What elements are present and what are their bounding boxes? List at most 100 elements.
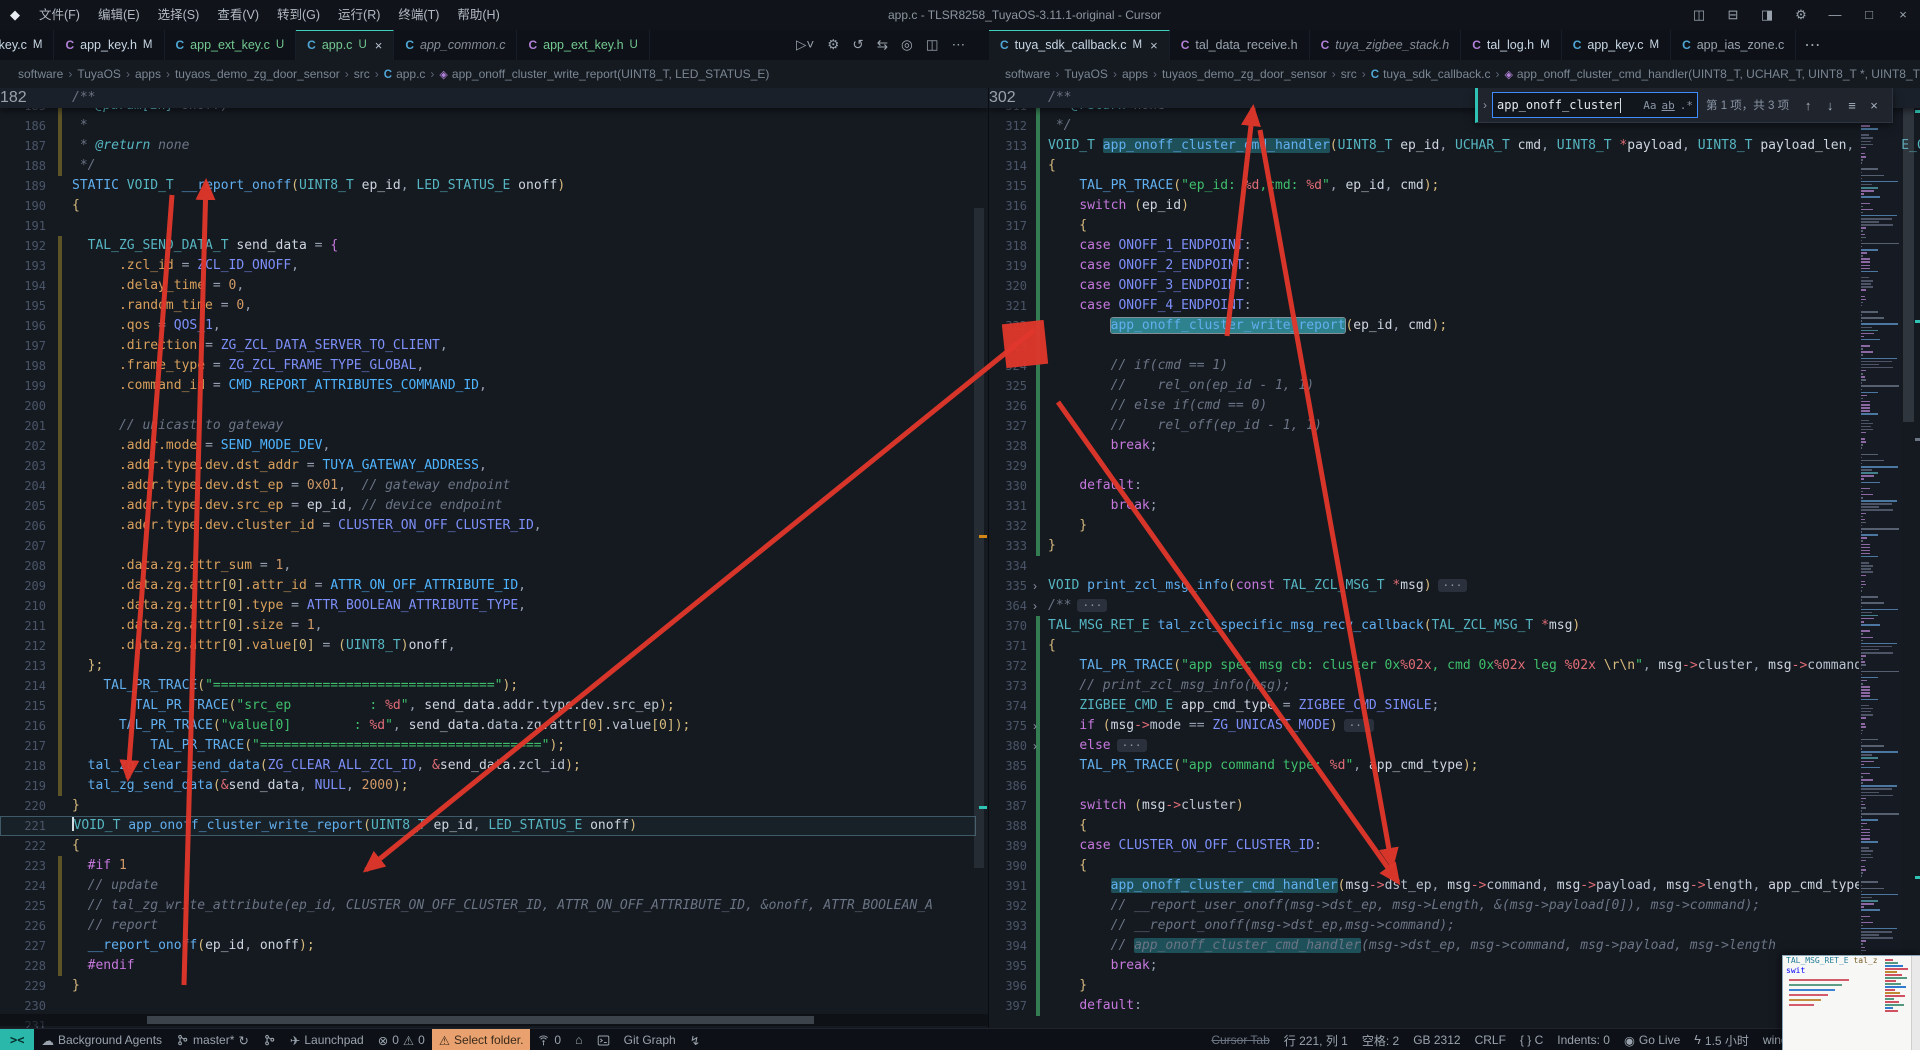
code-line-212[interactable]: 212 .data.zg.attr[0].value[0] = (UINT8_T…	[0, 636, 976, 656]
folded-region-ellipsis[interactable]: ···	[1343, 719, 1374, 732]
menu-V[interactable]: 查看(V)	[208, 8, 268, 22]
breadcrumb-item[interactable]: software	[1005, 67, 1050, 81]
folded-region-ellipsis[interactable]: ···	[1437, 579, 1468, 592]
code-line-380[interactable]: 380 › else ···	[989, 736, 1863, 756]
code-line-186[interactable]: 186 *	[0, 116, 976, 136]
code-line-370[interactable]: 370 TAL_MSG_RET_E tal_zcl_specific_msg_re…	[989, 616, 1863, 636]
status-encoding[interactable]: GB 2312	[1406, 1029, 1467, 1050]
code-line-227[interactable]: 227 __report_onoff(ep_id, onoff);	[0, 936, 976, 956]
tab-tuya_sdk_callback.c[interactable]: Ctuya_sdk_callback.c M ×	[989, 30, 1170, 60]
minimize-icon[interactable]: —	[1818, 0, 1852, 30]
code-line-394[interactable]: 394 // app_onoff_cluster_cmd_handler(msg…	[989, 936, 1863, 956]
code-line-209[interactable]: 209 .data.zg.attr[0].attr_id = ATTR_ON_O…	[0, 576, 976, 596]
tab-app_ias_zone.c[interactable]: Capp_ias_zone.c	[1671, 30, 1797, 60]
code-line-211[interactable]: 211 .data.zg.attr[0].size = 1,	[0, 616, 976, 636]
code-line-192[interactable]: 192 TAL_ZG_SEND_DATA_T send_data = {	[0, 236, 976, 256]
code-line-196[interactable]: 196 .qos = QOS_1,	[0, 316, 976, 336]
breadcrumb-item[interactable]: src	[1341, 67, 1357, 81]
code-line-193[interactable]: 193 .zcl_id = ZCL_ID_ONOFF,	[0, 256, 976, 276]
tab-_key.c[interactable]: C_key.cM	[0, 30, 55, 60]
code-line-329[interactable]: 329	[989, 456, 1863, 476]
code-line-317[interactable]: 317 {	[989, 216, 1863, 236]
code-line-223[interactable]: 223 #if 1	[0, 856, 976, 876]
match-case-icon[interactable]: Aa	[1643, 99, 1656, 112]
tab-app_ext_key.c[interactable]: Capp_ext_key.c U	[164, 30, 297, 60]
code-line-321[interactable]: 321 case ONOFF_4_ENDPOINT:	[989, 296, 1863, 316]
code-line-330[interactable]: 330 default:	[989, 476, 1863, 496]
find-close-button[interactable]: ×	[1863, 98, 1885, 113]
code-line-387[interactable]: 387 switch (msg->cluster)	[989, 796, 1863, 816]
code-line-388[interactable]: 388 {	[989, 816, 1863, 836]
tab-app_key.h[interactable]: Capp_key.h M	[54, 30, 165, 60]
status-language-mode[interactable]: { } C	[1513, 1029, 1550, 1050]
code-line-332[interactable]: 332 }	[989, 516, 1863, 536]
search-input[interactable]: app_onoff_cluster Aa ab .*	[1492, 92, 1698, 118]
code-line-393[interactable]: 393 // __report_onoff(msg->dst_ep,msg->c…	[989, 916, 1863, 936]
code-line-225[interactable]: 225 // tal_zg_write_attribute(ep_id, CLU…	[0, 896, 976, 916]
code-line-224[interactable]: 224 // update	[0, 876, 976, 896]
code-line-214[interactable]: 214 TAL_PR_TRACE("======================…	[0, 676, 976, 696]
code-line-195[interactable]: 195 .random_time = 0,	[0, 296, 976, 316]
minimap[interactable]	[1859, 88, 1901, 1028]
run-button[interactable]: ▷˅	[796, 37, 814, 53]
find-in-selection-button[interactable]: ≡	[1841, 98, 1863, 113]
code-line-215[interactable]: 215 TAL_PR_TRACE("src_ep : %d", send_dat…	[0, 696, 976, 716]
layout-panel-right-icon[interactable]: ◨	[1750, 0, 1784, 30]
status-background-agents[interactable]: ☁ Background Agents	[34, 1029, 169, 1050]
code-line-391[interactable]: 391 app_onoff_cluster_cmd_handler(msg->d…	[989, 876, 1878, 896]
breadcrumb-symbol[interactable]: ◈ app_onoff_cluster_write_report(UINT8_T,…	[439, 67, 769, 81]
code-line-375[interactable]: 375 › if (msg->mode == ZG_UNICAST_MODE) ··…	[989, 716, 1863, 736]
code-line-190[interactable]: 190 {	[0, 196, 976, 216]
editor-pane-right[interactable]: 311 * @return none312 */313VOID_T app_on…	[989, 88, 1920, 1028]
fold-chevron-icon[interactable]: ›	[1029, 596, 1041, 616]
find-expand-chevron-icon[interactable]: ›	[1478, 98, 1492, 112]
menu-S[interactable]: 选择(S)	[149, 8, 209, 22]
status-branch-secondary[interactable]	[256, 1029, 283, 1050]
code-line-371[interactable]: 371 {	[989, 636, 1863, 656]
tab-overflow-icon[interactable]: ⋯	[1796, 30, 1828, 60]
code-line-386[interactable]: 386	[989, 776, 1863, 796]
folded-region-ellipsis[interactable]: ···	[1116, 739, 1147, 752]
regex-icon[interactable]: .*	[1680, 99, 1693, 112]
code-line-208[interactable]: 208 .data.zg.attr_sum = 1,	[0, 556, 976, 576]
status-go-live[interactable]: ◉ Go Live	[1617, 1029, 1687, 1050]
code-line-199[interactable]: 199 .command_id = CMD_REPORT_ATTRIBUTES_…	[0, 376, 976, 396]
pip-window[interactable]: TAL_MSG_RET_E tal_z swit	[1782, 955, 1920, 1050]
breadcrumb-item[interactable]: TuyaOS	[1064, 67, 1108, 81]
tab-app_ext_key.h[interactable]: Capp_ext_key.h U	[517, 30, 650, 60]
menu-T[interactable]: 终端(T)	[389, 8, 448, 22]
code-line-392[interactable]: 392 // __report_user_onoff(msg->dst_ep, …	[989, 896, 1863, 916]
status-ports[interactable]: 0	[530, 1029, 568, 1050]
code-line-229[interactable]: 229}	[0, 976, 976, 996]
code-line-364[interactable]: 364 › /** ···	[989, 596, 1863, 616]
editor-pane-left[interactable]: 185 * @param[in] onoff)186 *187 * @retur…	[0, 88, 989, 1028]
menu-G[interactable]: 转到(G)	[268, 8, 329, 22]
fold-chevron-icon[interactable]: ›	[1029, 736, 1041, 756]
status-cursor-position[interactable]: 行 221, 列 1	[1277, 1029, 1355, 1050]
more-actions-icon[interactable]: ⋯	[952, 37, 966, 53]
code-line-222[interactable]: 222 {	[0, 836, 976, 856]
history-icon[interactable]: ↺	[852, 37, 863, 53]
breadcrumb-item[interactable]: tuyaos_demo_zg_door_sensor	[1162, 67, 1327, 81]
code-line-373[interactable]: 373 // print_zcl_msg_info(msg);	[989, 676, 1863, 696]
code-line-207[interactable]: 207	[0, 536, 976, 556]
status-terminal[interactable]	[590, 1029, 617, 1050]
code-line-228[interactable]: 228 #endif	[0, 956, 976, 976]
code-line-389[interactable]: 389 case CLUSTER_ON_OFF_CLUSTER_ID:	[989, 836, 1863, 856]
find-prev-button[interactable]: ↑	[1797, 98, 1819, 113]
tab-close-icon[interactable]: ×	[375, 38, 383, 53]
code-line-220[interactable]: 220}	[0, 796, 976, 816]
vertical-scrollbar-right[interactable]	[1903, 92, 1914, 422]
code-line-319[interactable]: 319 case ONOFF_2_ENDPOINT:	[989, 256, 1863, 276]
tab-tuya_zigbee_stack.h[interactable]: Ctuya_zigbee_stack.h	[1309, 30, 1462, 60]
status-eol[interactable]: CRLF	[1468, 1029, 1513, 1050]
code-line-315[interactable]: 315 TAL_PR_TRACE("ep_id: %d,cmd: %d", ep…	[989, 176, 1863, 196]
breadcrumb-item[interactable]: software	[18, 67, 63, 81]
tab-tal_data_receive.h[interactable]: Ctal_data_receive.h	[1169, 30, 1310, 60]
breadcrumb-item[interactable]: apps	[1122, 67, 1148, 81]
code-line-322[interactable]: 322 app_onoff_cluster_write_report(ep_id…	[989, 316, 1863, 336]
whole-word-icon[interactable]: ab	[1662, 99, 1675, 112]
split-editor-icon[interactable]: ◫	[926, 37, 939, 53]
code-line-216[interactable]: 216 TAL_PR_TRACE("value[0] : %d", send_d…	[0, 716, 976, 736]
code-line-334[interactable]: 334	[989, 556, 1863, 576]
